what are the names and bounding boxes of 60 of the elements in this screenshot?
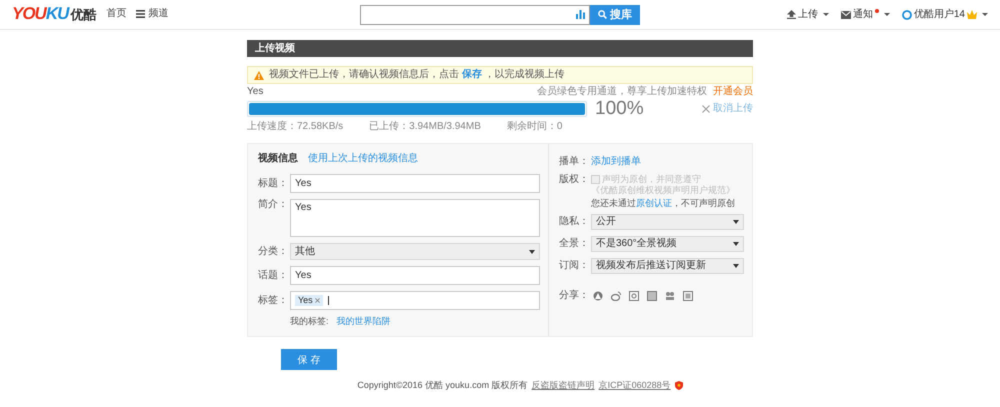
upload-icon [786,10,796,19]
field-label: 标题： [258,178,289,190]
field-label: 简介： [258,199,289,211]
search-icon [598,10,607,19]
upload-menu[interactable]: 上传 [786,8,829,20]
panel-title: 上传视频 [247,40,753,57]
crown-icon [967,10,977,19]
caret-icon [884,13,890,16]
field-label: 订阅： [559,260,590,272]
logo-letters: KU [46,4,68,24]
tag-field[interactable]: Yes [290,291,540,310]
logo-text[interactable]: 优酷 [70,6,96,22]
bar-chart-icon [576,10,585,19]
field-label: 播单： [559,156,590,168]
promo-text: 会员绿色专用通道，尊享上传加速特权 [537,86,707,97]
caret-icon [982,13,988,16]
caret-icon [822,13,829,16]
rules-text: 《优酷原创维权视频声明用户规范》 [591,184,735,196]
copyright-text: Copyright©2016 优酷 youku.com 版权所有 [357,380,528,391]
tag-chip[interactable]: Yes [295,295,323,306]
field-label: 分享： [559,290,585,302]
user-menu[interactable]: 优酷用户14 [902,8,988,20]
text-area[interactable]: Yes [290,199,540,237]
logo-letters: YOU [12,4,46,24]
dropdown[interactable]: 公开 [591,214,744,230]
close-icon [314,298,320,303]
my-tags-label: 我的标签: [290,316,329,327]
close-icon [702,105,710,113]
menu-icon [136,10,146,18]
nav-link[interactable]: 频道 [136,8,168,20]
nav-link[interactable]: 首页 [106,8,126,20]
field-label: 隐私： [559,216,590,228]
user-avatar-icon [902,10,912,20]
footer-link[interactable]: 反盗版盗链声明 [532,380,595,391]
footer-link[interactable]: 京ICP证060288号 [598,380,671,391]
upload-stat: 已上传：3.94MB/3.94MB [369,121,481,133]
dropdown[interactable]: 不是360°全景视频 [591,236,744,252]
file-name: Yes [247,86,264,98]
warning-icon [254,70,264,80]
notice-text: 视频文件已上传，请确认视频信息后，点击 保存 ，以完成视频上传 [269,69,565,81]
mail-icon [840,10,851,18]
logo[interactable]: YOUKU [12,4,68,25]
text-field[interactable]: Yes [290,266,540,285]
text-field[interactable]: Yes [290,174,540,193]
upload-stat: 上传速度：72.58KB/s [247,121,344,133]
progress-percent: 100% [595,98,645,120]
field-label: 全景： [559,238,590,250]
shield-icon [674,380,683,390]
field-label: 话题： [258,270,289,282]
field-label: 标签： [258,294,289,306]
section-heading: 视频信息 [258,153,298,165]
field-label: 分类： [258,246,289,258]
notification-menu[interactable]: 通知 [840,8,890,20]
upload-stat: 剩余时间：0 [506,121,562,133]
field-label: 版权： [559,174,590,186]
dropdown[interactable]: 其他 [290,243,540,260]
search-field[interactable] [360,4,590,24]
checkbox-label: 声明为原创，并同意遵守 [602,174,701,185]
note-text: 您还未通过原创认证，不可声明原创 [591,198,736,208]
dropdown[interactable]: 视频发布后推送订阅更新 [591,258,744,274]
